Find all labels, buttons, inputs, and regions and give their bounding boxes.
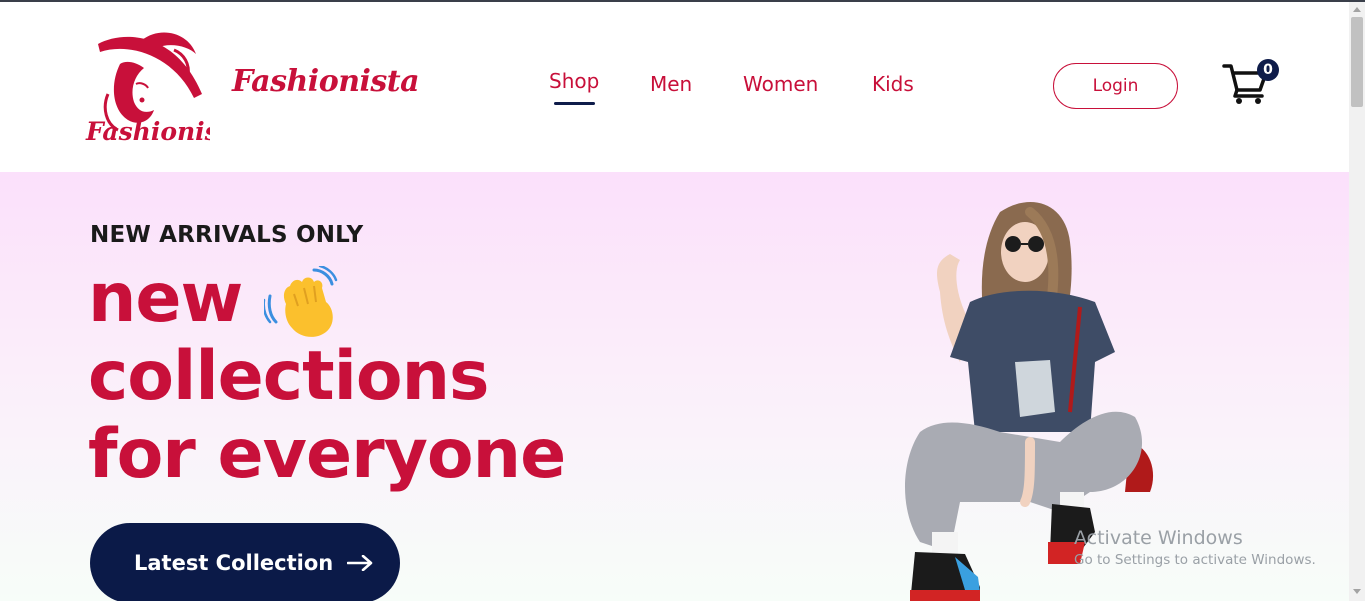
nav-item-men[interactable]: Men (650, 72, 692, 96)
vertical-scrollbar[interactable] (1349, 2, 1365, 601)
scrollbar-thumb[interactable] (1351, 17, 1363, 107)
active-nav-indicator (554, 102, 595, 105)
scroll-up-arrow-icon[interactable] (1353, 7, 1361, 12)
headline-line-3: for everyone (88, 415, 566, 495)
scroll-down-arrow-icon[interactable] (1353, 589, 1361, 594)
latest-collection-button[interactable]: Latest Collection (90, 523, 400, 601)
waving-hand-icon (264, 266, 338, 338)
arrow-right-icon (347, 555, 373, 571)
hero-section: NEW ARRIVALS ONLY new collections for ev… (0, 172, 1349, 601)
page: Fashionista Fashionista Shop Men Women K… (0, 2, 1349, 601)
headline-word-new: new (88, 259, 243, 338)
cart-count-badge: 0 (1257, 59, 1279, 81)
brand-logo[interactable]: Fashionista (84, 24, 210, 150)
nav-item-kids[interactable]: Kids (872, 72, 914, 96)
headline-line-2: collections (88, 337, 490, 417)
brand-name[interactable]: Fashionista (232, 64, 420, 99)
hero-eyebrow: NEW ARRIVALS ONLY (90, 222, 364, 248)
headline-line-1: new (88, 260, 565, 338)
nav-item-women[interactable]: Women (743, 72, 818, 96)
nav-item-shop[interactable]: Shop (549, 69, 599, 93)
site-header: Fashionista Fashionista Shop Men Women K… (0, 2, 1349, 172)
hero-headline: new collections for everyone (88, 260, 566, 495)
logo-lettering: Fashionista (85, 117, 210, 146)
login-button[interactable]: Login (1053, 63, 1178, 109)
windows-watermark-title: Activate Windows (1074, 527, 1243, 549)
windows-watermark-subtitle: Go to Settings to activate Windows. (1074, 552, 1316, 568)
cta-label: Latest Collection (134, 551, 334, 575)
